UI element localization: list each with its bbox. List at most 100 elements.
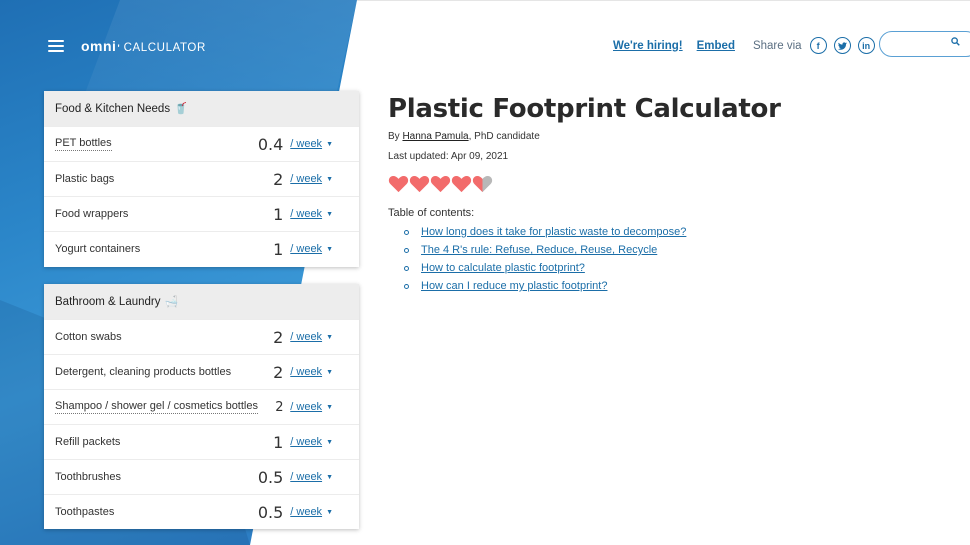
row-label: Food wrappers [55, 208, 129, 220]
bullet-icon [404, 265, 409, 271]
share-label: Share via [752, 39, 802, 52]
value-input[interactable]: 0.5 [258, 503, 283, 522]
input-row: Plastic bags 2 / week ▼ [44, 161, 359, 196]
value-input[interactable]: 2 [273, 363, 283, 382]
card-title: Food & Kitchen Needs [55, 102, 171, 115]
heart-icon[interactable] [409, 175, 430, 193]
unit-select[interactable]: / week ▼ [290, 208, 333, 220]
logo-omni-text: omni [81, 38, 117, 54]
toc-link[interactable]: The 4 R's rule: Refuse, Reduce, Reuse, R… [421, 244, 657, 256]
unit-label: / week [290, 436, 323, 448]
caret-down-icon: ▼ [326, 438, 333, 446]
caret-down-icon: ▼ [326, 473, 333, 481]
bullet-icon [404, 229, 409, 235]
toc-item: The 4 R's rule: Refuse, Reduce, Reuse, R… [404, 244, 781, 256]
toc-item: How can I reduce my plastic footprint? [404, 280, 781, 292]
main-content: Plastic Footprint Calculator By Hanna Pa… [388, 94, 781, 298]
unit-select[interactable]: / week ▼ [290, 401, 333, 413]
omni-logo[interactable]: omni ' CALCULATOR [81, 38, 206, 54]
unit-label: / week [290, 173, 323, 185]
heart-icon[interactable] [451, 175, 472, 193]
unit-select[interactable]: / week ▼ [290, 138, 333, 150]
toc-link[interactable]: How can I reduce my plastic footprint? [421, 280, 607, 292]
logo-calculator-text: CALCULATOR [123, 42, 206, 54]
toc-item: How to calculate plastic footprint? [404, 262, 781, 274]
bullet-icon [404, 283, 409, 289]
row-label: PET bottles [55, 137, 112, 151]
card-header: Bathroom & Laundry 🛁 [44, 284, 359, 319]
unit-label: / week [290, 208, 323, 220]
table-of-contents: How long does it take for plastic waste … [404, 226, 781, 292]
unit-select[interactable]: / week ▼ [290, 436, 333, 448]
caret-down-icon: ▼ [326, 175, 333, 183]
row-label: Refill packets [55, 436, 121, 448]
unit-select[interactable]: / week ▼ [290, 243, 333, 255]
caret-down-icon: ▼ [326, 210, 333, 218]
value-input[interactable]: 0.5 [258, 468, 283, 487]
input-row: Shampoo / shower gel / cosmetics bottles… [44, 389, 359, 424]
input-row: PET bottles 0.4 / week ▼ [44, 126, 359, 161]
toc-link[interactable]: How long does it take for plastic waste … [421, 226, 686, 238]
author-link[interactable]: Hanna Pamula [402, 131, 468, 142]
unit-select[interactable]: / week ▼ [290, 471, 333, 483]
unit-label: / week [290, 243, 323, 255]
last-updated: Last updated: Apr 09, 2021 [388, 151, 509, 162]
unit-select[interactable]: / week ▼ [290, 506, 333, 518]
unit-select[interactable]: / week ▼ [290, 173, 333, 185]
unit-label: / week [290, 506, 323, 518]
row-label: Detergent, cleaning products bottles [55, 366, 232, 378]
value-input[interactable]: 1 [273, 240, 283, 259]
caret-down-icon: ▼ [326, 403, 333, 411]
row-label: Cotton swabs [55, 331, 122, 343]
heart-icon[interactable] [430, 175, 451, 193]
cup-icon: 🥤 [174, 103, 188, 115]
card-header: Food & Kitchen Needs 🥤 [44, 91, 359, 126]
heart-icon[interactable] [388, 175, 409, 193]
caret-down-icon: ▼ [326, 368, 333, 376]
value-input[interactable]: 2 [275, 400, 283, 415]
card-title: Bathroom & Laundry [55, 295, 161, 308]
half-heart-icon[interactable] [472, 175, 493, 193]
caret-down-icon: ▼ [326, 508, 333, 516]
twitter-icon[interactable] [833, 37, 851, 54]
value-input[interactable]: 1 [273, 205, 283, 224]
rating-hearts[interactable] [388, 175, 781, 193]
food-kitchen-card: Food & Kitchen Needs 🥤 PET bottles 0.4 /… [44, 91, 359, 267]
top-bar: omni ' CALCULATOR We're hiring! Embed Sha… [0, 0, 970, 90]
by-prefix: By [388, 131, 400, 142]
unit-label: / week [290, 366, 323, 378]
row-label: Toothpastes [55, 506, 115, 518]
caret-down-icon: ▼ [326, 140, 333, 148]
row-label: Plastic bags [55, 173, 115, 185]
menu-icon[interactable] [48, 40, 64, 52]
hiring-link[interactable]: We're hiring! [613, 40, 683, 52]
unit-select[interactable]: / week ▼ [290, 331, 333, 343]
row-label: Toothbrushes [55, 471, 122, 483]
value-input[interactable]: 2 [273, 328, 283, 347]
value-input[interactable]: 1 [273, 433, 283, 452]
unit-select[interactable]: / week ▼ [290, 366, 333, 378]
toc-link[interactable]: How to calculate plastic footprint? [421, 262, 585, 274]
value-input[interactable]: 2 [273, 170, 283, 189]
input-row: Detergent, cleaning products bottles 2 /… [44, 354, 359, 389]
linkedin-icon[interactable]: in [857, 37, 875, 54]
bullet-icon [404, 247, 409, 253]
page-title: Plastic Footprint Calculator [388, 94, 781, 124]
input-row: Refill packets 1 / week ▼ [44, 424, 359, 459]
author-title: , PhD candidate [468, 131, 540, 142]
input-row: Yogurt containers 1 / week ▼ [44, 231, 359, 266]
unit-label: / week [290, 138, 323, 150]
value-input[interactable]: 0.4 [258, 135, 283, 154]
embed-link[interactable]: Embed [697, 40, 735, 52]
row-label: Yogurt containers [55, 243, 141, 255]
facebook-icon[interactable]: f [809, 37, 827, 54]
unit-label: / week [290, 401, 323, 413]
caret-down-icon: ▼ [326, 245, 333, 253]
input-row: Food wrappers 1 / week ▼ [44, 196, 359, 231]
unit-label: / week [290, 471, 323, 483]
toc-item: How long does it take for plastic waste … [404, 226, 781, 238]
search-input[interactable] [879, 31, 970, 57]
toc-title: Table of contents: [388, 207, 475, 219]
bathroom-laundry-card: Bathroom & Laundry 🛁 Cotton swabs 2 / we… [44, 284, 359, 529]
bathtub-icon: 🛁 [164, 296, 179, 308]
